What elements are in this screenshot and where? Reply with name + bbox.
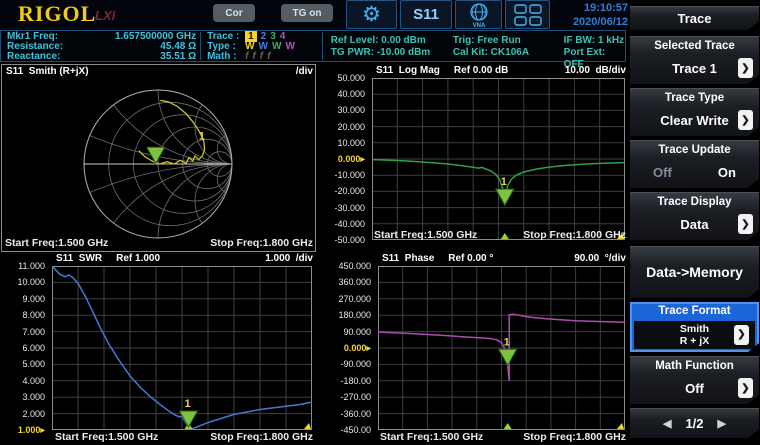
phase-start-freq: Start Freq:1.500 GHz <box>380 431 483 444</box>
swr-title: S11 SWR <box>56 253 102 265</box>
trace-update-off[interactable]: Off <box>653 165 672 180</box>
reactance-value: 35.51 Ω <box>160 52 196 62</box>
svg-text:1: 1 <box>501 176 507 188</box>
chevron-right-icon: ❯ <box>734 325 749 345</box>
system-status: Ref Level: 0.00 dBm TG PWR: -10.00 dBm T… <box>323 31 625 61</box>
smith-start-freq: Start Freq:1.500 GHz <box>5 237 108 250</box>
softkey-trace-update[interactable]: Trace Update Off On <box>630 140 759 188</box>
swr-stop-freq: Stop Freq:1.800 GHz <box>210 431 313 444</box>
softkey-page-nav[interactable]: ◀ 1/2 ▶ <box>630 408 759 438</box>
smith-scale: /div <box>296 66 313 78</box>
softkey-math-function[interactable]: Math Function Off ❯ <box>630 356 759 404</box>
swr-chart-panel: S11 SWR Ref 1.000 1.000 /div 11.00010.00… <box>0 252 315 445</box>
lxi-logo: LXI <box>95 8 115 23</box>
vna-mode-button[interactable]: VNA <box>455 0 502 29</box>
marker-readout: Mkr1 Freq:1.657500000 GHz Resistance:45.… <box>1 31 200 61</box>
trace-update-on[interactable]: On <box>718 165 736 180</box>
tg-on-button[interactable]: TG on <box>281 4 333 22</box>
clock: 19:10:57 2020/06/12 <box>552 1 628 29</box>
time-text: 19:10:57 <box>552 1 628 15</box>
swr-plot[interactable]: 1 <box>52 266 312 430</box>
swr-ref: Ref 1.000 <box>116 253 160 265</box>
reactance-label: Reactance: <box>7 52 60 62</box>
softkey-selected-trace[interactable]: Selected Trace Trace 1 ❯ <box>630 36 759 84</box>
svg-text:1: 1 <box>504 336 510 348</box>
ref-level: Ref Level: 0.00 dBm <box>331 35 445 47</box>
cal-kit: Cal Kit: CK106A <box>453 47 556 59</box>
logmag-title: S11 Log Mag <box>376 65 440 77</box>
trig-status: Trig: Free Run <box>453 35 556 47</box>
chevron-right-icon: ❯ <box>738 378 753 398</box>
chevron-right-icon: ❯ <box>738 58 753 78</box>
page-next-icon[interactable]: ▶ <box>718 417 726 430</box>
softkey-trace-display[interactable]: Trace Display Data ❯ <box>630 192 759 240</box>
menu-title: Trace <box>630 6 759 30</box>
smith-chart-panel: S11 Smith (R+jX) /div 1 Start Freq:1.500… <box>1 64 316 252</box>
s11-measure-button[interactable]: S11 <box>400 0 452 29</box>
chevron-right-icon: ❯ <box>738 110 753 130</box>
logmag-plot[interactable]: 1 <box>372 78 625 240</box>
svg-text:1: 1 <box>184 398 190 410</box>
logmag-ref: Ref 0.00 dB <box>454 65 508 77</box>
phase-title: S11 Phase <box>382 253 434 265</box>
chevron-right-icon: ❯ <box>738 214 753 234</box>
logmag-stop-freq: Stop Freq:1.800 GHz <box>523 229 626 242</box>
four-windows-icon <box>514 4 542 26</box>
svg-text:VNA: VNA <box>472 23 485 28</box>
gear-icon: ⚙ <box>362 2 381 27</box>
smith-chart-plot[interactable]: 1 <box>2 78 315 249</box>
vna-screen: RIGOL LXI Cor TG on ⚙ S11 VNA 19:10:57 <box>0 0 760 445</box>
tg-pwr: TG PWR: -10.00 dBm <box>331 47 445 59</box>
phase-scale: 90.00 °/div <box>574 253 626 265</box>
trace-status: Trace :1234 Type :WWWW Math :ffff <box>201 31 322 61</box>
logmag-start-freq: Start Freq:1.500 GHz <box>374 229 477 242</box>
window-layout-button[interactable] <box>505 0 550 29</box>
math-row-label: Math : <box>207 52 243 62</box>
date-text: 2020/06/12 <box>552 15 628 29</box>
logmag-chart-panel: S11 Log Mag Ref 0.00 dB 10.00 dB/div 50.… <box>316 64 628 251</box>
trace-math: ffff <box>243 52 272 62</box>
cor-button[interactable]: Cor <box>213 4 255 22</box>
rigol-logo: RIGOL <box>18 1 96 27</box>
swr-scale: 1.000 /div <box>265 253 313 265</box>
page-indicator: 1/2 <box>685 416 703 431</box>
settings-button[interactable]: ⚙ <box>346 0 397 29</box>
smith-title: S11 Smith (R+jX) <box>6 66 89 78</box>
if-bw: IF BW: 1 kHz <box>564 35 625 47</box>
top-bar: RIGOL LXI Cor TG on ⚙ S11 VNA 19:10:57 <box>0 0 628 30</box>
info-bar: Mkr1 Freq:1.657500000 GHz Resistance:45.… <box>0 30 626 62</box>
logmag-scale: 10.00 dB/div <box>565 65 626 77</box>
globe-icon: VNA <box>464 2 494 28</box>
phase-ref: Ref 0.00 ° <box>448 253 493 265</box>
softkey-trace-format[interactable]: Trace Format Smith R + jX ❯ <box>630 302 759 352</box>
softkey-data-to-memory[interactable]: Data->Memory <box>630 246 759 298</box>
softkey-trace-type[interactable]: Trace Type Clear Write ❯ <box>630 88 759 136</box>
svg-text:1: 1 <box>199 130 205 142</box>
swr-start-freq: Start Freq:1.500 GHz <box>55 431 158 444</box>
smith-stop-freq: Stop Freq:1.800 GHz <box>210 237 313 250</box>
page-prev-icon[interactable]: ◀ <box>663 417 671 430</box>
softkey-menu: Trace Selected Trace Trace 1 ❯ Trace Typ… <box>628 0 760 445</box>
phase-chart-panel: S11 Phase Ref 0.00 ° 90.00 °/div 450.000… <box>316 252 628 445</box>
phase-plot[interactable]: 1 <box>378 266 625 430</box>
phase-stop-freq: Stop Freq:1.800 GHz <box>523 431 626 444</box>
